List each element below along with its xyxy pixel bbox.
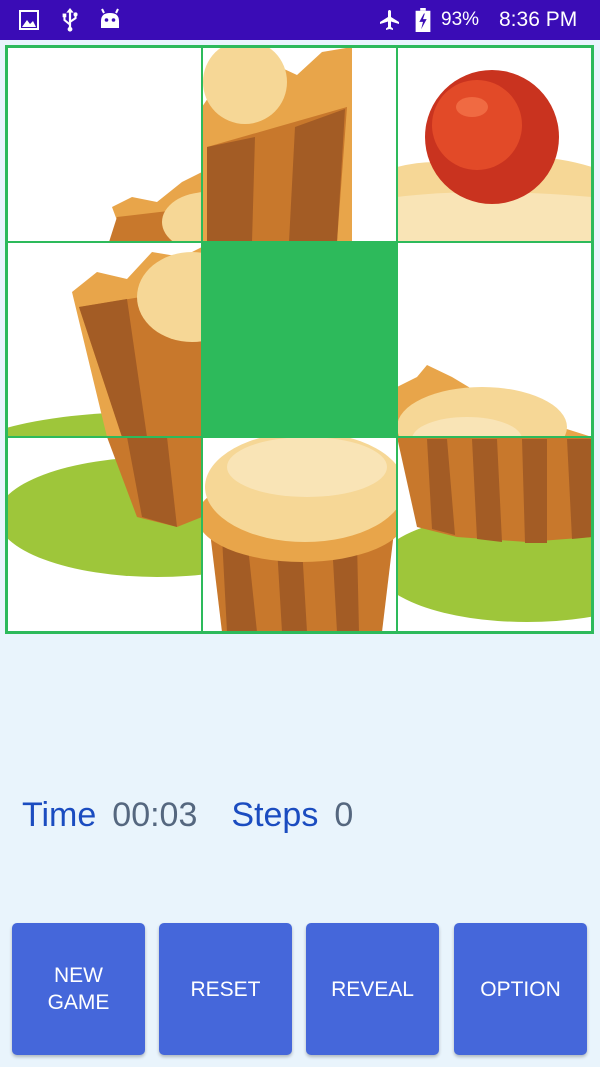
puzzle-tile-0-1[interactable]: [202, 47, 397, 242]
new-game-button[interactable]: NEW GAME: [12, 923, 145, 1055]
puzzle-empty-tile: [202, 242, 397, 437]
puzzle-tile-1-0[interactable]: [7, 242, 202, 437]
puzzle-board: [5, 45, 594, 634]
puzzle-tile-0-2[interactable]: [397, 47, 592, 242]
steps-label: Steps: [231, 796, 319, 834]
puzzle-tile-2-0[interactable]: [7, 437, 202, 632]
reset-button[interactable]: RESET: [159, 923, 292, 1055]
time-label: Time: [22, 796, 97, 834]
battery-charging-icon: [415, 8, 431, 32]
time-value: 00:03: [112, 796, 198, 834]
airplane-mode-icon: [380, 10, 399, 30]
status-bar: 93% 8:36 PM: [0, 0, 600, 40]
puzzle-tile-2-1[interactable]: [202, 437, 397, 632]
reveal-button[interactable]: REVEAL: [306, 923, 439, 1055]
android-icon: [101, 8, 119, 28]
puzzle-tile-1-2[interactable]: [397, 242, 592, 437]
option-button[interactable]: OPTION: [454, 923, 587, 1055]
image-icon: [19, 10, 39, 30]
usb-icon: [62, 8, 78, 32]
steps-value: 0: [334, 796, 354, 834]
puzzle-tile-2-2[interactable]: [397, 437, 592, 632]
game-stats: Time 00:03 Steps 0: [22, 790, 353, 840]
puzzle-tile-0-0[interactable]: [7, 47, 202, 242]
status-clock: 8:36 PM: [499, 8, 578, 31]
battery-percent: 93%: [441, 9, 480, 30]
